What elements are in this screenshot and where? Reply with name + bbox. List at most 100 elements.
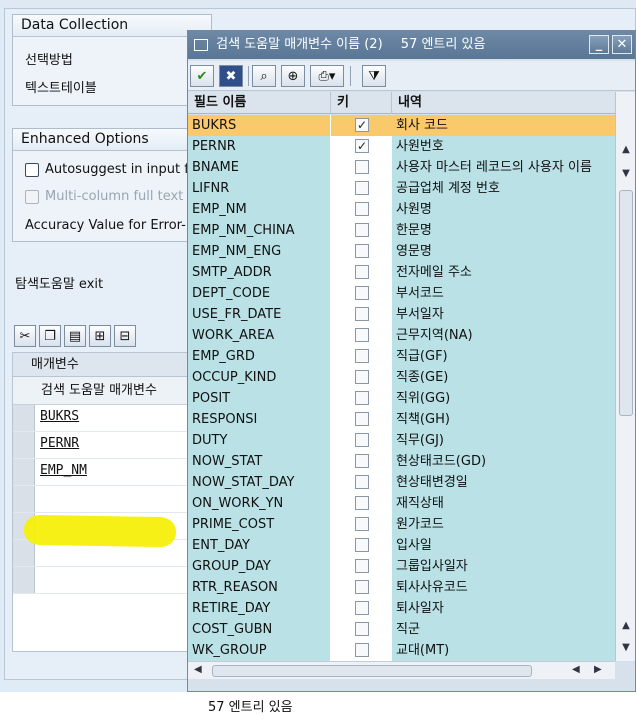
copy-icon[interactable]: ❐ [39, 325, 61, 347]
scroll-left-icon[interactable]: ◀ [194, 664, 202, 675]
field-name-cell[interactable]: WORK_AREA [188, 325, 331, 346]
list-item[interactable]: WORK_AREA 근무지역(NA) [188, 325, 615, 346]
field-name-cell[interactable]: PRIME_COST [188, 514, 331, 535]
cut-icon[interactable]: ✂ [14, 325, 36, 347]
scroll-left-icon[interactable]: ◀ [572, 664, 580, 675]
list-item[interactable]: OCCUP_KIND 직종(GE) [188, 367, 615, 388]
description-cell[interactable]: 회사 코드 [392, 115, 615, 136]
description-cell[interactable]: 그룹입사일자 [392, 556, 615, 577]
description-cell[interactable]: 퇴사일자 [392, 598, 615, 619]
table-row[interactable]: PERNR [13, 432, 193, 459]
field-name-cell[interactable]: COST_GUBN [188, 619, 331, 640]
scroll-up-icon[interactable]: ▲ [619, 144, 633, 158]
insert-row-icon[interactable]: ⊞ [89, 325, 111, 347]
field-name-cell[interactable]: EMP_NM_ENG [188, 241, 331, 262]
list-item[interactable]: DEPT_CODE 부서코드 [188, 283, 615, 304]
col-header-desc[interactable]: 내역 [392, 92, 615, 114]
field-name-cell[interactable]: PERNR [188, 136, 331, 157]
description-cell[interactable]: 공급업체 계정 번호 [392, 178, 615, 199]
field-name-cell[interactable]: EMP_GRD [188, 346, 331, 367]
close-button[interactable]: ✕ [612, 35, 632, 54]
vertical-scrollbar[interactable]: ▲ ▼ ▲ ▼ [615, 92, 635, 661]
description-cell[interactable]: 현상태코드(GD) [392, 451, 615, 472]
row-selector[interactable] [13, 540, 35, 566]
description-cell[interactable]: 근무지역(NA) [392, 325, 615, 346]
description-cell[interactable]: 한문명 [392, 220, 615, 241]
description-cell[interactable]: 현상태변경일 [392, 472, 615, 493]
list-item[interactable]: BNAME 사용자 마스터 레코드의 사용자 이름 [188, 157, 615, 178]
list-item[interactable]: GROUP_DAY 그룹입사일자 [188, 556, 615, 577]
list-item[interactable]: EMP_NM_CHINA 한문명 [188, 220, 615, 241]
scroll-down-icon[interactable]: ▼ [619, 168, 633, 182]
field-name-cell[interactable]: EMP_NM [188, 199, 331, 220]
field-name-cell[interactable]: RTR_REASON [188, 577, 331, 598]
find-icon[interactable]: ⌕ [252, 65, 276, 87]
field-name-cell[interactable]: EMP_NM_CHINA [188, 220, 331, 241]
description-cell[interactable]: 직종(GE) [392, 367, 615, 388]
field-name-cell[interactable]: NOW_STAT [188, 451, 331, 472]
list-item[interactable]: LIFNR 공급업체 계정 번호 [188, 178, 615, 199]
list-item[interactable]: EMP_NM 사원명 [188, 199, 615, 220]
scroll-up-icon[interactable]: ▲ [619, 620, 633, 634]
paste-icon[interactable]: ▤ [64, 325, 86, 347]
field-name-cell[interactable]: OCCUP_KIND [188, 367, 331, 388]
description-cell[interactable]: 전자메일 주소 [392, 262, 615, 283]
description-cell[interactable]: 교대(MT) [392, 640, 615, 661]
description-cell[interactable]: 퇴사사유코드 [392, 577, 615, 598]
field-name-cell[interactable]: LIFNR [188, 178, 331, 199]
description-cell[interactable]: 원가코드 [392, 514, 615, 535]
table-row[interactable] [13, 486, 193, 513]
description-cell[interactable]: 직급(GF) [392, 346, 615, 367]
field-name-cell[interactable]: GROUP_DAY [188, 556, 331, 577]
field-name-cell[interactable]: DUTY [188, 430, 331, 451]
description-cell[interactable]: 입사일 [392, 535, 615, 556]
autosuggest-option[interactable]: Autosuggest in input f [25, 162, 189, 177]
list-item[interactable]: PERNR ✓ 사원번호 [188, 136, 615, 157]
filter-icon[interactable]: ⧩ [362, 65, 386, 87]
list-item[interactable]: COST_GUBN 직군 [188, 619, 615, 640]
list-item[interactable]: DUTY 직무(GJ) [188, 430, 615, 451]
list-item[interactable]: WK_GROUP 교대(MT) [188, 640, 615, 661]
col-header-key[interactable]: 키 [331, 92, 392, 114]
field-name-cell[interactable]: SMTP_ADDR [188, 262, 331, 283]
field-name-cell[interactable]: BUKRS [188, 115, 331, 136]
list-item[interactable]: ON_WORK_YN 재직상태 [188, 493, 615, 514]
description-cell[interactable]: 사용자 마스터 레코드의 사용자 이름 [392, 157, 615, 178]
list-item[interactable]: POSIT 직위(GG) [188, 388, 615, 409]
field-name-cell[interactable]: POSIT [188, 388, 331, 409]
list-item[interactable]: USE_FR_DATE 부서일자 [188, 304, 615, 325]
list-item[interactable]: SMTP_ADDR 전자메일 주소 [188, 262, 615, 283]
autosuggest-checkbox[interactable] [25, 162, 39, 177]
scroll-right-icon[interactable]: ▶ [594, 664, 602, 675]
list-item[interactable]: BUKRS ✓ 회사 코드 [188, 115, 615, 136]
minimize-button[interactable]: _ [589, 35, 609, 54]
horizontal-scrollbar[interactable]: ◀ ◀ ▶ [188, 661, 615, 679]
row-selector[interactable] [13, 567, 35, 593]
field-name-cell[interactable]: RESPONSI [188, 409, 331, 430]
field-name-cell[interactable]: DEPT_CODE [188, 283, 331, 304]
field-name-cell[interactable]: NOW_STAT_DAY [188, 472, 331, 493]
horizontal-scroll-thumb[interactable] [212, 665, 532, 677]
list-item[interactable]: RETIRE_DAY 퇴사일자 [188, 598, 615, 619]
list-item[interactable]: PRIME_COST 원가코드 [188, 514, 615, 535]
description-cell[interactable]: 재직상태 [392, 493, 615, 514]
list-item[interactable]: NOW_STAT 현상태코드(GD) [188, 451, 615, 472]
row-selector[interactable] [13, 459, 35, 485]
field-name-cell[interactable]: BNAME [188, 157, 331, 178]
checkmark-icon[interactable]: ✔ [190, 65, 214, 87]
description-cell[interactable]: 영문명 [392, 241, 615, 262]
field-name-cell[interactable]: RETIRE_DAY [188, 598, 331, 619]
find-next-icon[interactable]: ⊕ [281, 65, 305, 87]
description-cell[interactable]: 부서일자 [392, 304, 615, 325]
description-cell[interactable]: 직위(GG) [392, 388, 615, 409]
description-cell[interactable]: 직군 [392, 619, 615, 640]
description-cell[interactable]: 사원번호 [392, 136, 615, 157]
field-name-cell[interactable]: WK_GROUP [188, 640, 331, 661]
row-selector[interactable] [13, 405, 35, 431]
col-header-field[interactable]: 필드 이름 [188, 92, 331, 114]
list-item[interactable]: EMP_GRD 직급(GF) [188, 346, 615, 367]
list-item[interactable]: NOW_STAT_DAY 현상태변경일 [188, 472, 615, 493]
table-row[interactable]: EMP_NM [13, 459, 193, 486]
description-cell[interactable]: 부서코드 [392, 283, 615, 304]
param-value[interactable]: PERNR [40, 436, 79, 451]
